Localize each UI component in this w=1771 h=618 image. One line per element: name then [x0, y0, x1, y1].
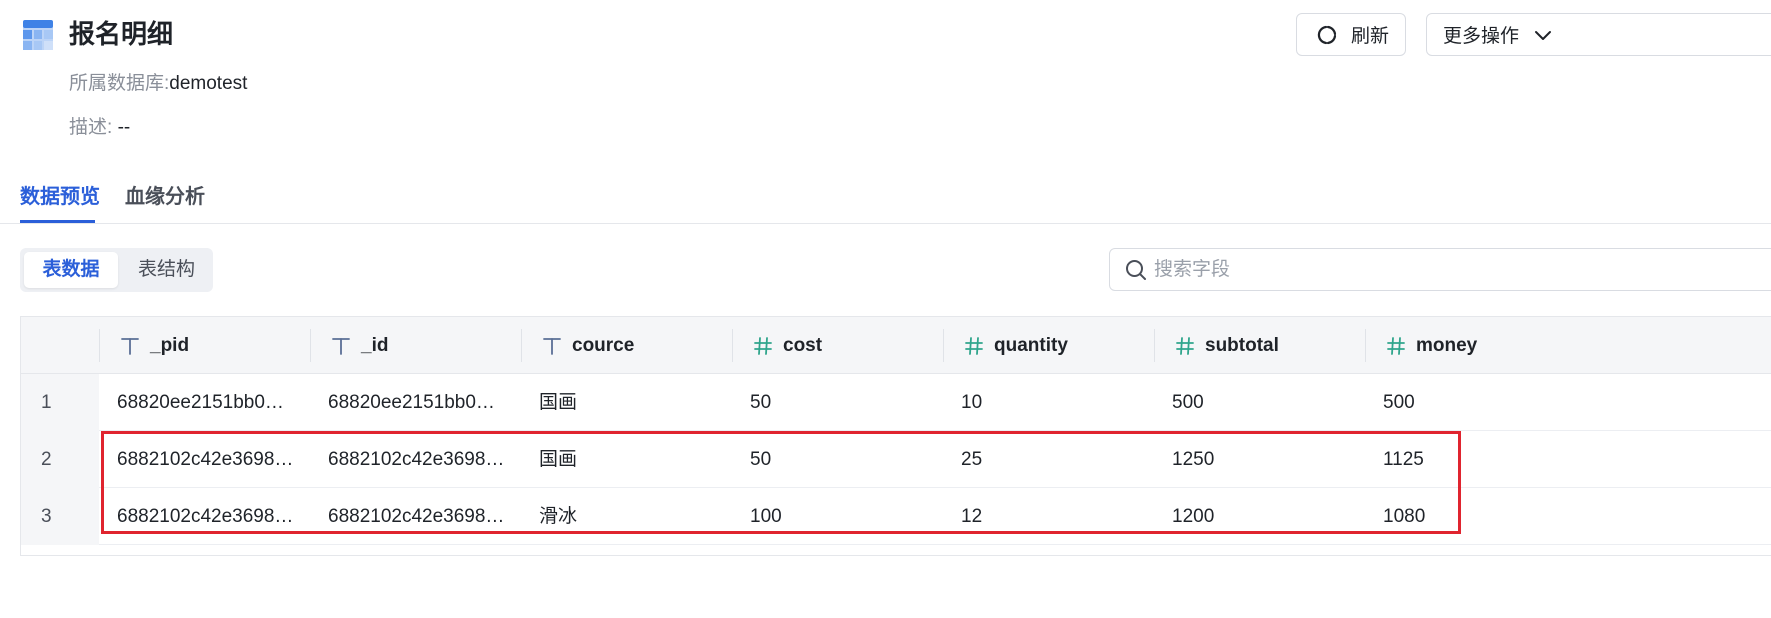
- table-row: 3 6882102c42e3698… 6882102c42e3698… 滑冰 100 12…: [21, 488, 1771, 545]
- table-cell[interactable]: 国画: [521, 431, 732, 488]
- data-view-toggle: 表数据 表结构: [20, 248, 213, 292]
- column-header-label: quantity: [994, 334, 1068, 356]
- table-cell[interactable]: 50: [732, 374, 943, 431]
- table-cell[interactable]: 1200: [1154, 488, 1365, 545]
- column-header-subtotal[interactable]: subtotal: [1154, 317, 1365, 374]
- page-title: 报名明细: [69, 19, 174, 49]
- table-cell[interactable]: 500: [1365, 374, 1576, 431]
- table-row: 2 6882102c42e3698… 6882102c42e3698… 国画 50 25 1…: [21, 431, 1771, 488]
- column-header-cource[interactable]: cource: [521, 317, 732, 374]
- column-header-quantity[interactable]: quantity: [943, 317, 1154, 374]
- table-cell[interactable]: 1125: [1365, 431, 1576, 488]
- column-header-money[interactable]: money: [1365, 317, 1576, 374]
- active-tab-indicator: [20, 220, 95, 223]
- row-number: 1: [41, 392, 52, 413]
- table-row: 1 68820ee2151bb0… 68820ee2151bb0… 国画 50 10 500…: [21, 374, 1771, 431]
- database-value: demotest: [169, 73, 248, 94]
- table-data-option[interactable]: 表数据: [24, 252, 118, 288]
- table-cell[interactable]: 1080: [1365, 488, 1576, 545]
- column-header-id[interactable]: _id: [310, 317, 521, 374]
- text-type-icon: [332, 337, 350, 355]
- column-header-label: money: [1416, 334, 1478, 356]
- table-cell[interactable]: 国画: [521, 374, 732, 431]
- column-header-label: _pid: [150, 334, 190, 356]
- refresh-label: 刷新: [1351, 26, 1390, 47]
- text-type-icon: [121, 337, 139, 355]
- column-header-label: cource: [572, 334, 635, 356]
- table-cell[interactable]: 50: [732, 431, 943, 488]
- table-cell[interactable]: 12: [943, 488, 1154, 545]
- number-type-icon: [754, 336, 772, 355]
- search-icon: [1126, 259, 1146, 280]
- detail-header: 报名明细 所属数据库:demotest 描述: -- 刷新 更多操作: [0, 0, 1771, 160]
- description-value: --: [117, 117, 131, 138]
- number-type-icon: [965, 336, 983, 355]
- refresh-icon: [1317, 25, 1337, 44]
- database-info: 所属数据库:demotest: [69, 72, 247, 96]
- chevron-down-icon: [1535, 30, 1552, 40]
- text-type-icon: [543, 337, 561, 355]
- table-cell[interactable]: 500: [1154, 374, 1365, 431]
- table-cell[interactable]: 滑冰: [521, 488, 732, 545]
- row-number-cell: 2: [21, 431, 99, 488]
- table-cell[interactable]: 100: [732, 488, 943, 545]
- row-number: 2: [41, 449, 52, 470]
- view-tabs: 数据预览 血缘分析: [0, 170, 1771, 224]
- data-table: _pid _id cource cost quantity subtotal m…: [20, 316, 1771, 556]
- table-cell[interactable]: 6882102c42e3698…: [99, 431, 310, 488]
- description-label: 描述:: [69, 117, 113, 138]
- refresh-button[interactable]: 刷新: [1296, 13, 1406, 56]
- column-header-label: subtotal: [1205, 334, 1279, 356]
- row-number-cell: 1: [21, 374, 99, 431]
- number-type-icon: [1176, 336, 1194, 355]
- table-cell[interactable]: 68820ee2151bb0…: [99, 374, 310, 431]
- table-header: _pid _id cource cost quantity subtotal m…: [21, 317, 1771, 374]
- row-number-cell: 3: [21, 488, 99, 545]
- table-cell[interactable]: 68820ee2151bb0…: [310, 374, 521, 431]
- column-header-label: cost: [783, 334, 823, 356]
- table-icon: [23, 20, 53, 50]
- tab-lineage-analysis[interactable]: 血缘分析: [125, 184, 205, 210]
- table-cell[interactable]: 6882102c42e3698…: [310, 488, 521, 545]
- description-info: 描述: --: [69, 116, 130, 140]
- table-cell[interactable]: 10: [943, 374, 1154, 431]
- column-header-pid[interactable]: _pid: [99, 317, 310, 374]
- row-number: 3: [41, 506, 52, 527]
- database-label: 所属数据库:: [69, 73, 170, 94]
- table-cell[interactable]: 1250: [1154, 431, 1365, 488]
- column-header-cost[interactable]: cost: [732, 317, 943, 374]
- search-input[interactable]: [1154, 258, 1654, 281]
- number-type-icon: [1387, 336, 1405, 355]
- field-search: [1109, 248, 1771, 291]
- table-cell[interactable]: 6882102c42e3698…: [310, 431, 521, 488]
- column-header-label: _id: [361, 334, 389, 356]
- more-actions-label: 更多操作: [1443, 26, 1520, 47]
- tab-data-preview[interactable]: 数据预览: [20, 184, 100, 210]
- table-structure-option[interactable]: 表结构: [124, 252, 209, 288]
- table-cell[interactable]: 25: [943, 431, 1154, 488]
- more-actions-button[interactable]: 更多操作: [1426, 13, 1771, 56]
- table-cell[interactable]: 6882102c42e3698…: [99, 488, 310, 545]
